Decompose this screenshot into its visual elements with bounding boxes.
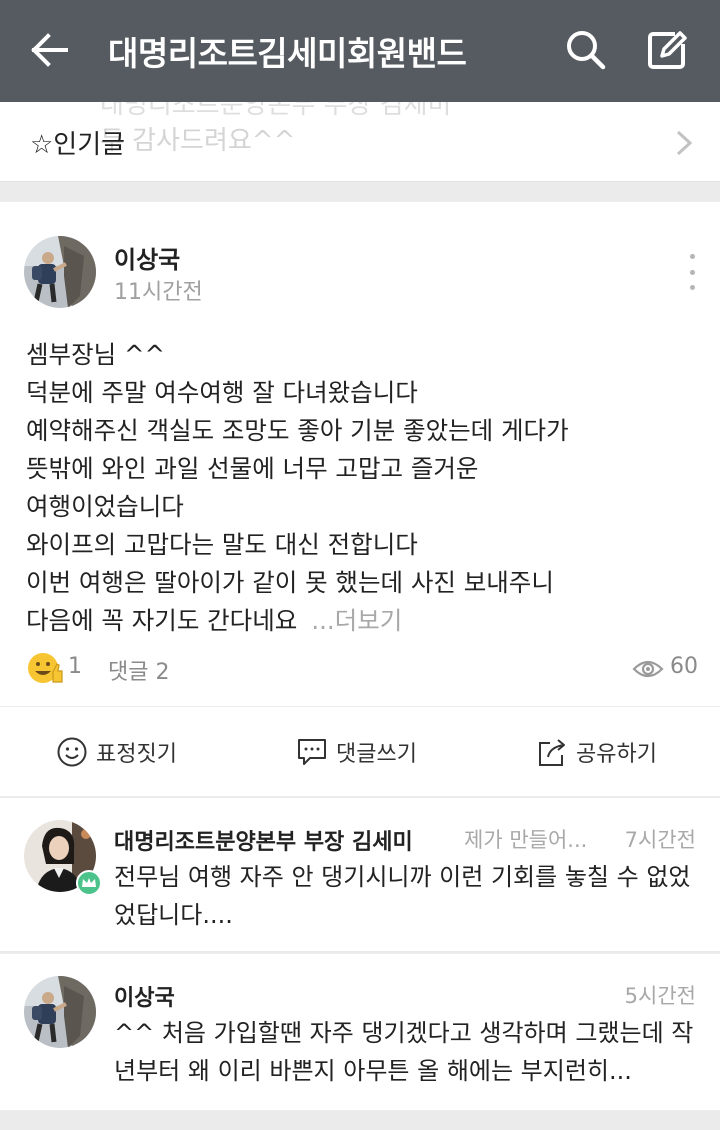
eye-icon <box>632 660 664 678</box>
thumbs-up-emoji-icon[interactable] <box>26 650 64 686</box>
post-line: 뜻밖에 와인 과일 선물에 너무 고맙고 즐거운 <box>26 454 479 483</box>
post-line: 덕분에 주말 여수여행 잘 다녀왔습니다 <box>26 378 418 407</box>
popular-ghost-title: 대명리조트분양본부 부장 김세미 <box>100 102 452 120</box>
comment-text: 전무님 여행 자주 안 댕기시니까 이런 기회를 놓칠 수 없었었답니다.... <box>114 863 691 929</box>
popular-ghost-text: 두 감사드려요^^ <box>100 126 296 156</box>
emote-button[interactable]: 표정짓기 <box>56 731 177 773</box>
crown-icon <box>82 878 96 887</box>
post-line: 와이프의 고맙다는 말도 대신 전합니다 <box>26 530 418 559</box>
write-post-button[interactable] <box>640 24 694 76</box>
band-title: 대명리조트김세미회원밴드 <box>108 34 467 73</box>
edit-icon <box>648 31 687 69</box>
smiley-icon <box>57 737 87 767</box>
climber-photo-icon <box>24 236 96 308</box>
write-comment-button[interactable]: 댓글쓰기 <box>296 731 417 773</box>
post-line: 예약해주신 객실도 조망도 좋아 기분 좋았는데 게다가 <box>26 416 569 445</box>
post-line-last: 다음에 꼭 자기도 간다네요 <box>26 606 298 635</box>
leader-crown-badge <box>76 870 102 896</box>
comment-meta: 제가 만들어... <box>464 828 588 852</box>
back-button[interactable] <box>24 24 76 76</box>
post-stats: 1 댓글 2 60 <box>26 650 698 690</box>
comment-text: ^^ 처음 가입할땐 자주 댕기겠다고 생각하며 그랬는데 작년부터 왜 이리 … <box>114 1019 694 1085</box>
share-button[interactable]: 공유하기 <box>536 731 657 773</box>
app-bar: 대명리조트김세미회원밴드 <box>0 0 720 102</box>
popular-posts-bar[interactable]: 대명리조트분양본부 부장 김세미 두 감사드려요^^ ☆인기글 <box>0 102 720 182</box>
post-time: 11시간전 <box>114 280 203 305</box>
author-avatar[interactable] <box>24 236 96 308</box>
share-icon <box>539 739 565 766</box>
search-icon <box>567 31 606 70</box>
like-count[interactable]: 1 <box>68 654 82 679</box>
chevron-right-icon <box>676 130 693 156</box>
post-line: 다음에 꼭 자기도 간다네요 ...더보기 <box>26 602 706 640</box>
see-more-link[interactable]: ...더보기 <box>311 606 402 635</box>
climber-photo-icon <box>24 976 96 1048</box>
comment-bubble-icon <box>298 739 326 765</box>
post-line: 셈부장님 ^^ <box>26 340 166 369</box>
post-author[interactable]: 이상국 <box>114 240 180 275</box>
emote-label: 표정짓기 <box>96 742 177 767</box>
post-card: 이상국 11시간전 셈부장님 ^^ 덕분에 주말 여수여행 잘 다녀왔습니다 예… <box>0 202 720 706</box>
popular-label: ☆인기글 <box>30 130 126 160</box>
write-comment-label: 댓글쓰기 <box>336 742 417 767</box>
post-body: 셈부장님 ^^ 덕분에 주말 여수여행 잘 다녀왔습니다 예약해주신 객실도 조… <box>26 336 706 640</box>
commenter-avatar[interactable] <box>24 976 96 1048</box>
comment-item[interactable]: 이상국 5시간전 ^^ 처음 가입할땐 자주 댕기겠다고 생각하며 그랬는데 작… <box>0 954 720 1110</box>
share-label: 공유하기 <box>576 742 657 767</box>
arrow-left-icon <box>31 33 68 67</box>
post-line: 이번 여행은 딸아이가 같이 못 했는데 사진 보내주니 <box>26 568 554 597</box>
search-button[interactable] <box>560 24 612 76</box>
comment-author[interactable]: 대명리조트분양본부 부장 김세미 <box>114 824 413 856</box>
comment-time: 5시간전 <box>624 984 696 1008</box>
post-action-bar: 표정짓기 댓글쓰기 공유하기 <box>0 706 720 796</box>
comment-count[interactable]: 댓글 2 <box>108 654 169 686</box>
comment-item[interactable]: 대명리조트분양본부 부장 김세미 제가 만들어... 7시간전 전무님 여행 자… <box>0 798 720 952</box>
bottom-divider <box>0 1110 720 1130</box>
comment-time: 7시간전 <box>624 828 696 852</box>
more-options-button[interactable] <box>680 254 704 290</box>
comment-author[interactable]: 이상국 <box>114 980 175 1012</box>
view-count: 60 <box>670 654 698 679</box>
post-line: 여행이었습니다 <box>26 492 184 521</box>
